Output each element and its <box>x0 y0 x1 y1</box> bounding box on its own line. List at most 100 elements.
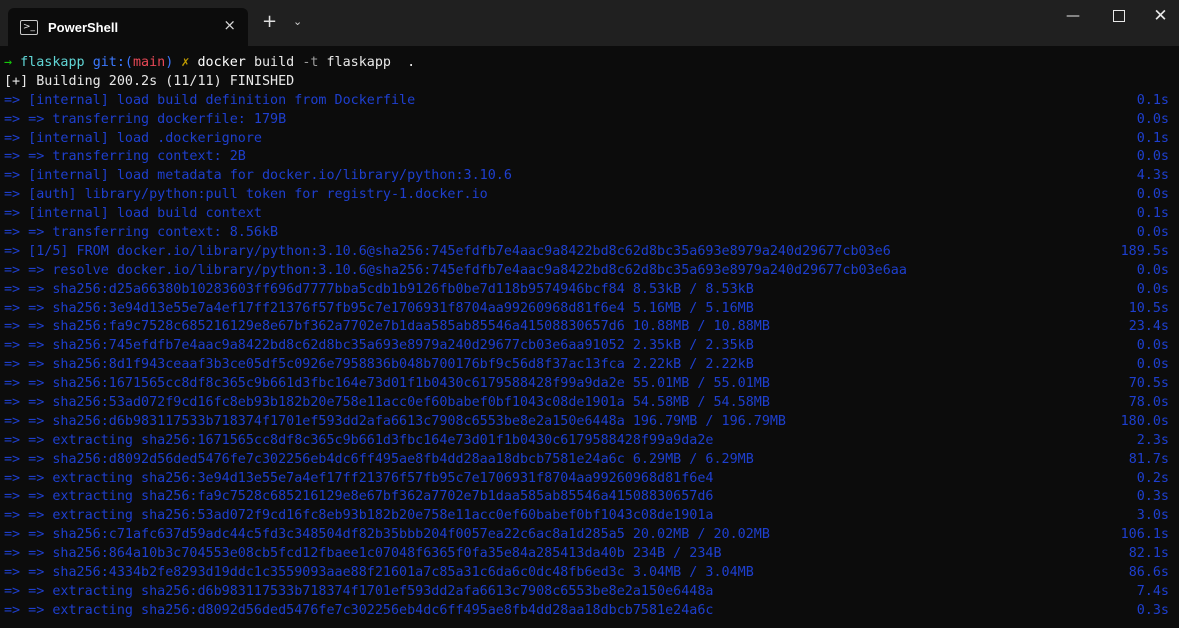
log-line: => => sha256:53ad072f9cd16fc8eb93b182b20… <box>0 394 1179 413</box>
log-text: => => sha256:3e94d13e55e7a4ef17ff21376f5… <box>4 300 754 316</box>
log-duration: 0.0s <box>1136 338 1169 354</box>
log-text: => => sha256:fa9c7528c685216129e8e67bf36… <box>4 319 770 335</box>
log-text: => => transferring dockerfile: 179B <box>4 111 287 127</box>
log-line: => => transferring dockerfile: 179B 0.0s <box>0 111 1179 130</box>
log-duration: 2.3s <box>1136 432 1169 448</box>
log-line: => => transferring context: 2B 0.0s <box>0 148 1179 167</box>
log-duration: 86.6s <box>1128 565 1169 581</box>
log-duration: 0.2s <box>1136 470 1169 486</box>
log-line: => [auth] library/python:pull token for … <box>0 186 1179 205</box>
close-tab-icon[interactable]: × <box>223 16 236 34</box>
log-duration: 3.0s <box>1136 508 1169 524</box>
log-text: => => sha256:d8092d56ded5476fe7c302256eb… <box>4 451 754 467</box>
log-line: => => sha256:d25a66380b10283603ff696d777… <box>0 281 1179 300</box>
log-text: => [internal] load metadata for docker.i… <box>4 168 512 184</box>
log-text: => => extracting sha256:fa9c7528c6852161… <box>4 489 714 505</box>
log-line: => => sha256:d6b983117533b718374f1701ef5… <box>0 413 1179 432</box>
close-window-button[interactable]: ✕ <box>1142 0 1179 32</box>
log-duration: 81.7s <box>1128 451 1169 467</box>
log-duration: 189.5s <box>1120 243 1169 259</box>
git-dirty-mark: ✗ <box>181 55 190 70</box>
log-duration: 180.0s <box>1120 413 1169 429</box>
log-text: => [internal] load build definition from… <box>4 92 416 108</box>
log-duration: 78.0s <box>1128 395 1169 411</box>
log-duration: 106.1s <box>1120 527 1169 543</box>
tab-powershell[interactable]: >_ PowerShell × <box>8 8 248 46</box>
log-text: => => resolve docker.io/library/python:3… <box>4 262 907 278</box>
log-text: => => sha256:1671565cc8df8c365c9b661d3fb… <box>4 376 770 392</box>
log-duration: 23.4s <box>1128 319 1169 335</box>
tab-title: PowerShell <box>48 19 119 35</box>
log-duration: 0.0s <box>1136 149 1169 165</box>
log-line: => => sha256:8d1f943ceaaf3b3ce05df5c0926… <box>0 356 1179 375</box>
log-duration: 70.5s <box>1128 376 1169 392</box>
maximize-icon <box>1113 10 1125 22</box>
prompt-arrow: → <box>4 55 13 70</box>
maximize-button[interactable] <box>1096 0 1142 32</box>
log-duration: 0.0s <box>1136 357 1169 373</box>
prompt-line: → flaskapp git:(main) ✗ docker build -t … <box>0 54 1179 73</box>
prompt-directory: flaskapp <box>20 55 85 70</box>
log-duration: 10.5s <box>1128 300 1169 316</box>
log-line: => => sha256:c71afc637d59adc44c5fd3c3485… <box>0 526 1179 545</box>
log-duration: 4.3s <box>1136 168 1169 184</box>
log-text: => => extracting sha256:d6b983117533b718… <box>4 583 714 599</box>
title-bar: >_ PowerShell × + ⌄ — ✕ <box>0 0 1179 46</box>
log-line: => [1/5] FROM docker.io/library/python:3… <box>0 243 1179 262</box>
log-text: => => sha256:4334b2fe8293d19ddc1c3559093… <box>4 565 754 581</box>
log-line: => => sha256:3e94d13e55e7a4ef17ff21376f5… <box>0 300 1179 319</box>
log-duration: 0.3s <box>1136 602 1169 618</box>
log-text: => => extracting sha256:1671565cc8df8c36… <box>4 432 714 448</box>
log-line: => => sha256:4334b2fe8293d19ddc1c3559093… <box>0 564 1179 583</box>
log-duration: 0.0s <box>1136 262 1169 278</box>
log-duration: 7.4s <box>1136 583 1169 599</box>
log-line: => [internal] load .dockerignore 0.1s <box>0 130 1179 149</box>
log-line: => => sha256:d8092d56ded5476fe7c302256eb… <box>0 451 1179 470</box>
log-line: => => extracting sha256:fa9c7528c6852161… <box>0 488 1179 507</box>
log-line: => => sha256:1671565cc8df8c365c9b661d3fb… <box>0 375 1179 394</box>
log-line: => => sha256:fa9c7528c685216129e8e67bf36… <box>0 318 1179 337</box>
minimize-button[interactable]: — <box>1050 0 1096 32</box>
log-line: => => extracting sha256:d8092d56ded5476f… <box>0 602 1179 621</box>
log-text: => => sha256:53ad072f9cd16fc8eb93b182b20… <box>4 395 770 411</box>
command-subcommand: build <box>253 55 295 70</box>
chevron-down-icon[interactable]: ⌄ <box>293 15 302 28</box>
log-line: => => extracting sha256:3e94d13e55e7a4ef… <box>0 470 1179 489</box>
log-text: => [1/5] FROM docker.io/library/python:3… <box>4 243 891 259</box>
log-text: => [internal] load build context <box>4 206 262 222</box>
log-duration: 0.0s <box>1136 111 1169 127</box>
build-status-line: [+] Building 200.2s (11/11) FINISHED <box>0 73 1179 92</box>
log-line: => => resolve docker.io/library/python:3… <box>0 262 1179 281</box>
log-duration: 0.0s <box>1136 225 1169 241</box>
git-branch: main <box>133 55 166 70</box>
log-text: => => sha256:864a10b3c704553e08cb5fcd12f… <box>4 546 722 562</box>
command-args: flaskapp . <box>326 55 416 70</box>
log-text: => => sha256:d6b983117533b718374f1701ef5… <box>4 413 786 429</box>
log-text: => => transferring context: 8.56kB <box>4 225 279 241</box>
log-text: => => sha256:c71afc637d59adc44c5fd3c3485… <box>4 527 770 543</box>
log-line: => => extracting sha256:d6b983117533b718… <box>0 583 1179 602</box>
log-text: => [internal] load .dockerignore <box>4 130 262 146</box>
build-status: [+] Building 200.2s (11/11) FINISHED <box>4 73 295 89</box>
log-duration: 0.0s <box>1136 281 1169 297</box>
log-line: => => extracting sha256:1671565cc8df8c36… <box>0 432 1179 451</box>
new-tab-button[interactable]: + <box>262 11 277 32</box>
log-line: => [internal] load build context 0.1s <box>0 205 1179 224</box>
log-line: => => transferring context: 8.56kB 0.0s <box>0 224 1179 243</box>
log-line: => [internal] load build definition from… <box>0 92 1179 111</box>
log-text: => => sha256:745efdfb7e4aac9a8422bd8c62d… <box>4 338 754 354</box>
log-duration: 0.0s <box>1136 187 1169 203</box>
log-duration: 0.1s <box>1136 130 1169 146</box>
powershell-icon: >_ <box>20 19 38 35</box>
terminal-output[interactable]: → flaskapp git:(main) ✗ docker build -t … <box>0 46 1179 628</box>
log-text: => => extracting sha256:d8092d56ded5476f… <box>4 602 714 618</box>
log-text: => => transferring context: 2B <box>4 149 246 165</box>
log-duration: 0.1s <box>1136 206 1169 222</box>
command-flag: -t <box>302 55 319 70</box>
log-duration: 0.1s <box>1136 92 1169 108</box>
log-text: => => extracting sha256:3e94d13e55e7a4ef… <box>4 470 714 486</box>
git-label: git:( <box>92 55 133 70</box>
log-line: => => sha256:745efdfb7e4aac9a8422bd8c62d… <box>0 337 1179 356</box>
command-name: docker <box>197 55 246 70</box>
log-line: => => extracting sha256:53ad072f9cd16fc8… <box>0 507 1179 526</box>
